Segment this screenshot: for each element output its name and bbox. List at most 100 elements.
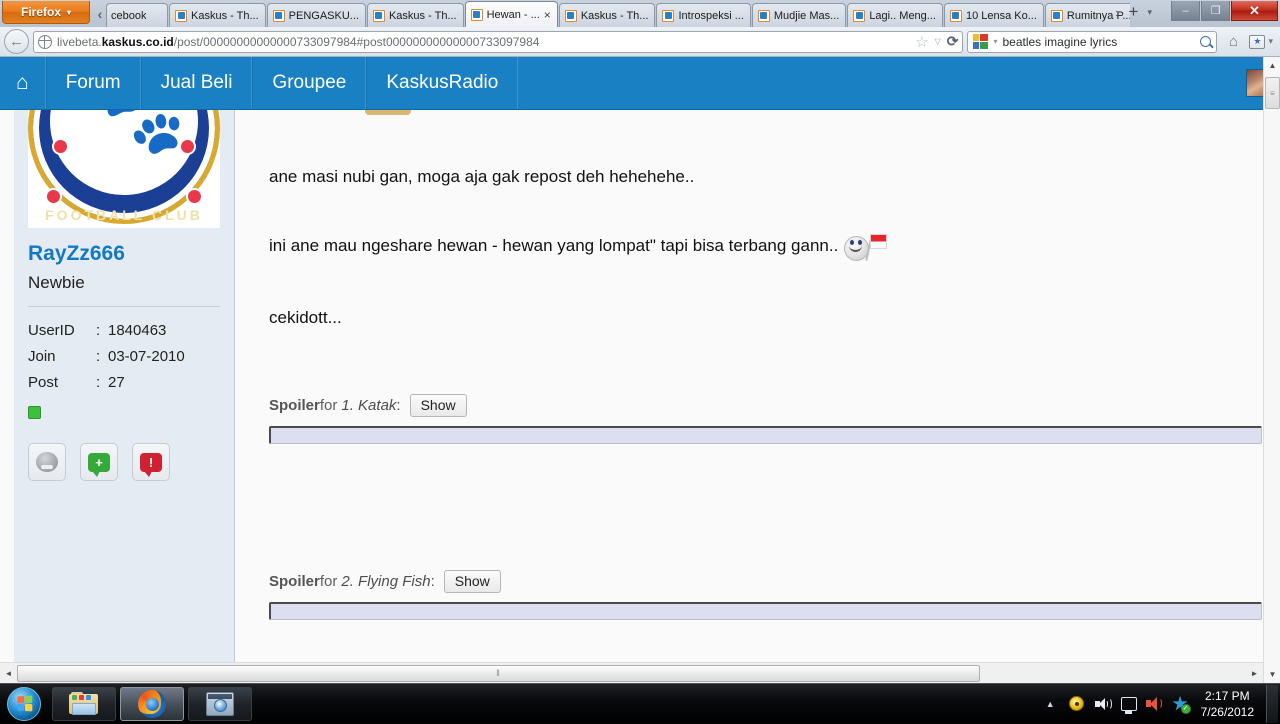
nav-item-kaskusradio[interactable]: KaskusRadio (366, 57, 518, 109)
report-post-button[interactable]: ! (132, 443, 170, 481)
spoiler-for-text: for (320, 573, 338, 590)
spoiler-header: Spoilerfor2. Flying Fish: Show (269, 570, 1262, 593)
spoiler-show-button[interactable]: Show (444, 570, 501, 593)
author-username[interactable]: RayZz666 (28, 242, 220, 266)
tab-label: Kaskus - Th... (191, 10, 259, 22)
nav-item-home[interactable]: ⌂ (0, 57, 46, 109)
home-button[interactable]: ⌂ (1221, 33, 1245, 50)
scroll-up-arrow-icon[interactable]: ▲ (1264, 57, 1280, 74)
post-paragraph: ane masi nubi gan, moga aja gak repost d… (269, 166, 1262, 189)
minimize-button[interactable]: – (1171, 1, 1200, 21)
spoiler-show-button[interactable]: Show (410, 394, 467, 417)
stat-value: 27 (108, 370, 220, 396)
firefox-browser-window: Firefox ▾ ‹ cebook Kaskus - Th... PENGAS… (0, 0, 1280, 683)
taskbar-item-firefox[interactable] (120, 687, 184, 721)
browser-tab[interactable]: PENGASKU... (267, 3, 366, 27)
author-action-buttons: + ! (28, 443, 220, 481)
nav-spacer (518, 57, 1246, 109)
horizontal-scrollbar-track[interactable]: ‖ (17, 663, 1246, 684)
nav-item-label: KaskusRadio (386, 72, 498, 94)
smiley-with-flag-icon (842, 231, 888, 263)
chevron-down-icon: ▾ (1268, 36, 1273, 47)
taskbar-item-media-player[interactable] (188, 687, 252, 721)
stat-separator: : (96, 344, 108, 370)
vertical-scrollbar[interactable]: ▲ ≡ ▼ (1263, 57, 1280, 683)
browser-tab[interactable]: cebook (106, 3, 168, 27)
tray-volume-button[interactable] (1142, 696, 1168, 711)
stat-userid: UserID : 1840463 (28, 318, 220, 344)
author-avatar-image[interactable]: 🐾 FOOTBALL CLUB (28, 110, 220, 228)
show-hidden-icons-button[interactable]: ▲ (1037, 699, 1064, 709)
horizontal-scrollbar-thumb[interactable]: ‖ (17, 665, 980, 682)
horizontal-scrollbar[interactable]: ◄ ‖ ► (0, 662, 1263, 683)
browser-tab[interactable]: Kaskus - Th... (367, 3, 464, 27)
report-post-icon: ! (140, 453, 162, 472)
tab-scroll-right-button[interactable]: › (1115, 5, 1119, 20)
new-tab-button[interactable]: + (1129, 2, 1139, 22)
bookmarks-button[interactable]: ★ ▾ (1249, 35, 1276, 49)
stat-value: 1840463 (108, 318, 220, 344)
nav-item-groupee[interactable]: Groupee (252, 57, 366, 109)
tab-strip-controls: › + ▾ (1115, 2, 1152, 22)
tray-security-button[interactable]: ✓ (1168, 696, 1194, 712)
browser-tab[interactable]: Mudjie Mas... (752, 3, 846, 27)
kaskus-favicon-icon (175, 10, 187, 22)
search-input[interactable]: beatles imagine lyrics (1002, 35, 1195, 49)
vertical-scrollbar-thumb[interactable]: ≡ (1265, 77, 1280, 109)
close-icon[interactable]: × (544, 9, 551, 21)
post-top-stub (365, 110, 411, 115)
tab-label: Kaskus - Th... (389, 10, 457, 22)
tray-disc-button[interactable] (1064, 696, 1090, 711)
search-bar[interactable]: ▾ beatles imagine lyrics (967, 31, 1217, 53)
tab-scroll-left-button[interactable]: ‹ (93, 3, 107, 25)
chevron-down-icon[interactable]: ▽ (935, 37, 941, 46)
user-profile-button[interactable] (28, 443, 66, 481)
browser-tab-active[interactable]: Hewan - ... × (465, 1, 558, 27)
clock[interactable]: 2:17 PM 7/26/2012 (1201, 688, 1254, 720)
search-engine-dropdown-icon[interactable]: ▾ (993, 37, 997, 46)
kaskus-favicon-icon (471, 9, 483, 21)
browser-tab[interactable]: Kaskus - Th... (559, 3, 656, 27)
scroll-left-arrow-icon[interactable]: ◄ (0, 663, 17, 684)
tab-label: PENGASKU... (289, 10, 359, 22)
maximize-button[interactable]: ❐ (1201, 1, 1230, 21)
reload-icon[interactable]: ⟳ (947, 33, 959, 50)
kaskus-favicon-icon (373, 10, 385, 22)
browser-tab[interactable]: Kaskus - Th... (169, 3, 266, 27)
nav-item-forum[interactable]: Forum (46, 57, 141, 109)
tray-network-button[interactable] (1116, 697, 1142, 711)
give-reputation-button[interactable]: + (80, 443, 118, 481)
network-icon (1121, 697, 1137, 711)
kaskus-favicon-icon (758, 10, 770, 22)
address-bar[interactable]: livebeta.kaskus.co.id/post/0000000000000… (33, 31, 963, 53)
speaker-icon (1095, 697, 1111, 711)
scroll-right-arrow-icon[interactable]: ► (1246, 663, 1263, 684)
scroll-down-arrow-icon[interactable]: ▼ (1264, 666, 1280, 683)
post-paragraph: cekidott... (269, 307, 1262, 330)
nav-item-jual-beli[interactable]: Jual Beli (141, 57, 253, 109)
taskbar-item-explorer[interactable] (52, 687, 116, 721)
post-text: cekidott... (269, 307, 342, 330)
bookmark-star-icon[interactable]: ☆ (915, 33, 928, 51)
url-text: livebeta.kaskus.co.id/post/0000000000000… (57, 35, 910, 49)
kaskus-favicon-icon (273, 10, 285, 22)
nav-item-label: Forum (66, 72, 121, 94)
close-window-button[interactable]: ✕ (1231, 1, 1278, 21)
browser-tab[interactable]: Lagi.. Meng... (847, 3, 943, 27)
tray-speaker-button[interactable] (1090, 697, 1116, 711)
browser-tab[interactable]: 10 Lensa Ko... (944, 3, 1044, 27)
google-logo-icon (973, 34, 988, 49)
tab-label: 10 Lensa Ko... (966, 10, 1037, 22)
firefox-menu-button[interactable]: Firefox ▾ (2, 1, 90, 24)
show-desktop-button[interactable] (1266, 685, 1278, 723)
nav-item-label: Groupee (272, 72, 346, 94)
disc-icon (1069, 696, 1084, 711)
back-button[interactable]: ← (4, 29, 29, 54)
volume-icon (1146, 696, 1163, 711)
search-icon[interactable] (1200, 36, 1211, 47)
spoiler-label: Spoiler (269, 573, 320, 590)
divider (28, 306, 220, 307)
tab-list-dropdown-icon[interactable]: ▾ (1147, 7, 1152, 18)
start-button[interactable] (0, 685, 48, 723)
browser-tab[interactable]: Introspeksi ... (656, 3, 750, 27)
